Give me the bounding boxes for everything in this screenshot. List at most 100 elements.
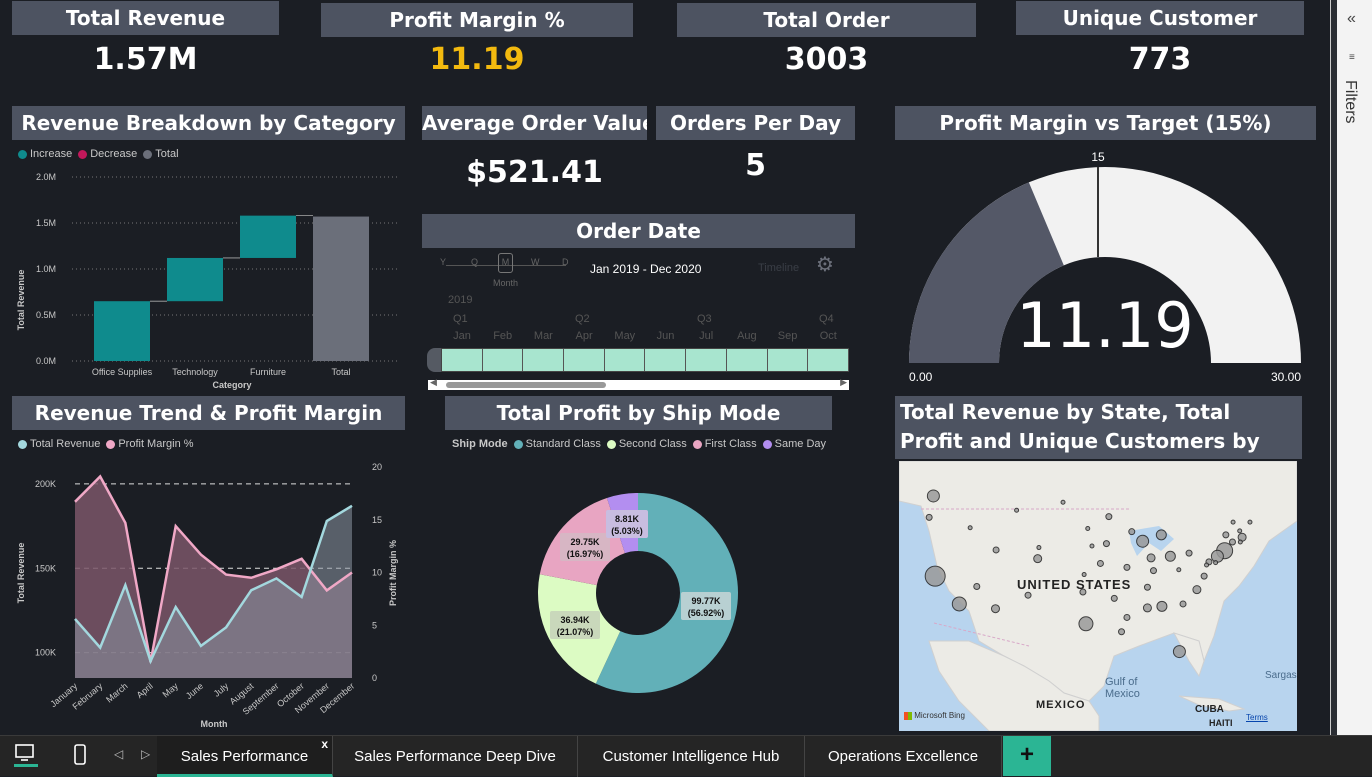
waterfall-bar	[240, 215, 296, 258]
timeline-month-cell[interactable]	[442, 349, 483, 371]
tab-sales-performance[interactable]: Sales Performance x	[157, 736, 333, 777]
waterfall-x-tick: Office Supplies	[92, 367, 153, 377]
state-bubble	[1102, 540, 1110, 548]
timeline-month-cell[interactable]	[727, 349, 768, 371]
state-bubble	[1089, 543, 1095, 549]
timeline-scroll-thumb[interactable]	[446, 382, 606, 388]
legend-first-class[interactable]: First Class	[692, 438, 757, 450]
map-haiti-label: HAITI	[1209, 718, 1233, 728]
timeline-month-cell[interactable]	[686, 349, 727, 371]
collapse-filters-icon[interactable]: «	[1347, 10, 1356, 28]
timeline-month-cell[interactable]	[808, 349, 849, 371]
total-order-header: Total Order	[677, 3, 976, 37]
state-bubble	[1081, 572, 1087, 578]
trend-y-right-tick: 5	[372, 620, 377, 630]
state-bubble	[1085, 526, 1091, 531]
state-bubble	[1118, 628, 1126, 636]
state-bubble	[1096, 559, 1104, 567]
timeline-month-cell[interactable]	[523, 349, 565, 371]
legend-same-day[interactable]: Same Day	[762, 438, 826, 450]
svg-text:(16.97%): (16.97%)	[567, 549, 604, 559]
tab-sales-performance-deep-dive[interactable]: Sales Performance Deep Dive	[333, 736, 578, 777]
timeline-month: Aug	[737, 330, 757, 342]
donut-header: Total Profit by Ship Mode	[445, 396, 832, 430]
scroll-left-icon[interactable]: ◀	[430, 377, 437, 388]
timeline-quarter: Q3	[697, 313, 712, 325]
prev-page-icon[interactable]: ◁	[114, 747, 123, 761]
next-page-icon[interactable]: ▷	[141, 747, 150, 761]
map-sargasso-label: Sargas	[1265, 670, 1297, 681]
timeline-month-cell[interactable]	[646, 349, 687, 371]
legend-total-revenue[interactable]: Total Revenue	[18, 438, 100, 450]
waterfall-y-tick: 2.0M	[36, 172, 56, 182]
trend-x-tick: July	[212, 681, 231, 699]
state-bubble	[1213, 560, 1219, 566]
granularity-y[interactable]: Y	[440, 257, 446, 267]
waterfall-x-tick: Total	[331, 367, 350, 377]
state-bubble	[1156, 600, 1168, 612]
map-gulf-label: Gulf of Mexico	[1105, 676, 1140, 700]
filters-label[interactable]: Filters	[1341, 80, 1359, 124]
state-bubble	[1036, 545, 1042, 551]
scroll-right-icon[interactable]: ▶	[840, 377, 847, 388]
trend-legend: Total Revenue Profit Margin %	[18, 438, 194, 450]
granularity-d[interactable]: D	[562, 257, 569, 267]
legend-total[interactable]: Total	[143, 148, 179, 160]
filters-pane[interactable]: « ≡ Filters	[1330, 0, 1372, 735]
gauge-value: 11.19	[1016, 289, 1194, 362]
waterfall-y-tick: 0.5M	[36, 310, 56, 320]
avg-order-value-header: Average Order Value	[422, 106, 647, 140]
timeline-year: 2019	[448, 294, 473, 306]
legend-increase[interactable]: Increase	[18, 148, 72, 160]
timeline-month-cell[interactable]	[483, 349, 524, 371]
order-date-header: Order Date	[422, 214, 855, 248]
state-bubble	[1185, 549, 1193, 557]
us-map[interactable]: UNITED STATES Gulf of Mexico MEXICO CUBA…	[899, 461, 1297, 731]
legend-profit-margin[interactable]: Profit Margin %	[106, 438, 194, 450]
waterfall-bar	[94, 301, 150, 361]
state-bubble	[973, 582, 981, 590]
legend-standard-class[interactable]: Standard Class	[513, 438, 601, 450]
svg-text:(56.92%): (56.92%)	[688, 608, 725, 618]
timeline-month-cell[interactable]	[768, 349, 809, 371]
waterfall-bar	[313, 216, 369, 361]
map-terms-link[interactable]: Terms	[1246, 713, 1268, 722]
granularity-w[interactable]: W	[531, 257, 540, 267]
waterfall-chart: 2.0M 1.5M 1.0M 0.5M 0.0M Office Supplies Tech…	[16, 172, 397, 390]
granularity-selector[interactable]: Y Q M W D Month	[440, 253, 575, 288]
timeline-selection-bar[interactable]	[441, 348, 849, 372]
state-bubble	[1192, 585, 1202, 595]
state-bubble	[925, 513, 933, 521]
gauge-chart: 15 11.19 0.00 30.00	[909, 150, 1301, 384]
trend-chart: 200K150K100K20151050JanuaryFebruary March…	[16, 462, 398, 729]
svg-text:(5.03%): (5.03%)	[611, 526, 643, 536]
add-page-button[interactable]: +	[1003, 736, 1051, 776]
timeline-logo-icon: ⚙	[816, 254, 834, 276]
mobile-view-icon[interactable]	[73, 744, 87, 771]
legend-decrease[interactable]: Decrease	[78, 148, 137, 160]
timeline-month-cell[interactable]	[564, 349, 605, 371]
svg-text:(21.07%): (21.07%)	[557, 627, 594, 637]
state-bubble	[1128, 528, 1136, 536]
state-bubble	[1142, 603, 1152, 613]
state-bubble	[1060, 499, 1066, 505]
close-tab-icon[interactable]: x	[321, 724, 328, 765]
avg-order-value-value: $521.41	[466, 155, 603, 190]
state-bubble	[924, 565, 946, 587]
timeline-month: Feb	[493, 330, 513, 342]
timeline-month: May	[614, 330, 636, 342]
granularity-m[interactable]: M	[498, 253, 513, 273]
granularity-q[interactable]: Q	[471, 257, 478, 267]
timeline-scrollbar[interactable]: ◀ ▶	[428, 377, 849, 390]
tab-operations-excellence[interactable]: Operations Excellence	[805, 736, 1002, 777]
timeline-month: Apr	[575, 330, 593, 342]
timeline-month: Sep	[777, 330, 798, 342]
timeline-month-cell[interactable]	[605, 349, 646, 371]
desktop-view-icon[interactable]	[14, 743, 38, 767]
waterfall-y-tick: 1.0M	[36, 264, 56, 274]
state-bubble	[1200, 572, 1208, 580]
trend-x-tick: March	[104, 681, 130, 705]
tab-customer-intelligence-hub[interactable]: Customer Intelligence Hub	[578, 736, 805, 777]
total-order-value: 3003	[784, 42, 869, 77]
legend-second-class[interactable]: Second Class	[606, 438, 687, 450]
